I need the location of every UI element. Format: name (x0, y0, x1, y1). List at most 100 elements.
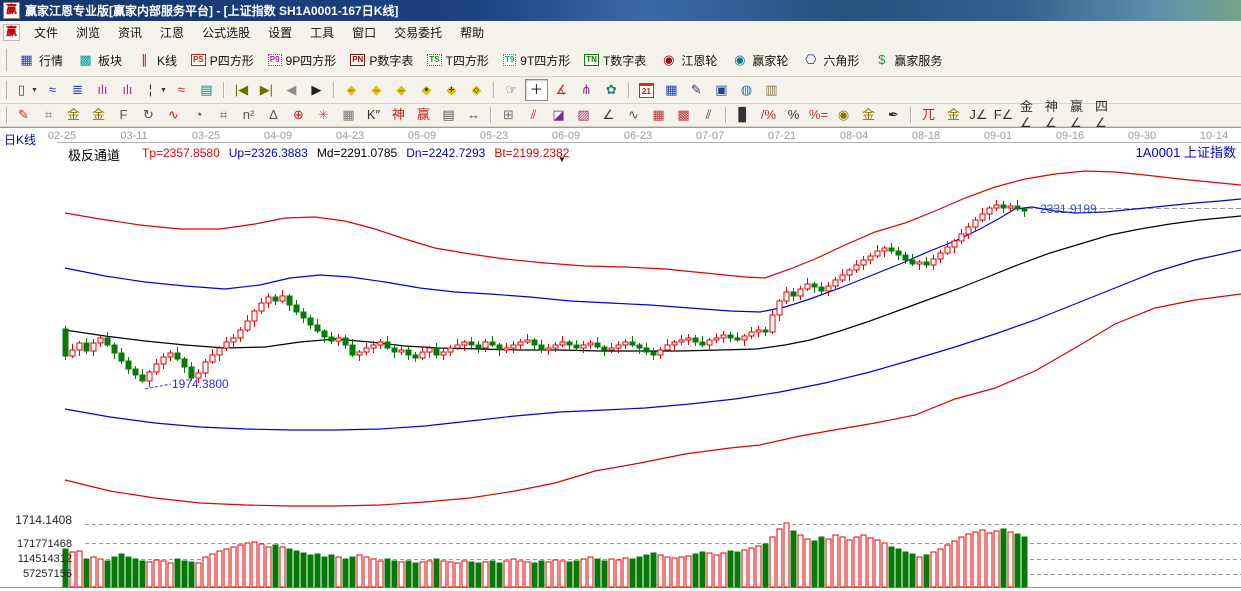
period-label[interactable]: 日K线 (4, 131, 36, 148)
tool-gann-fan[interactable]: ⫽ (522, 104, 545, 126)
toolbar-button-hexagon[interactable]: ⎔六角形 (796, 49, 865, 72)
toolbar-button-9p-square[interactable]: P99P四方形 (262, 49, 342, 72)
tool-percent-slope[interactable]: /% (757, 104, 780, 126)
tool-pitchfork-tool[interactable]: ⋔ (575, 79, 598, 101)
tool-draw-mode-blue[interactable]: ≈ (41, 79, 64, 101)
tool-pattern-tool[interactable]: ✿ (600, 79, 623, 101)
tool-web-box[interactable]: ▨ (572, 104, 595, 126)
tool-percent-line[interactable]: %= (807, 104, 830, 126)
toolbar-button-kline[interactable]: ∥K线 (130, 49, 183, 72)
menu-item-0[interactable]: 文件 (25, 23, 67, 43)
tool-calendar[interactable]: 21 (635, 79, 658, 101)
tool-hand-tool[interactable]: ☞ (500, 79, 523, 101)
tool-parallels[interactable]: ⫽ (697, 104, 720, 126)
tool-j-angle[interactable]: J∠ (967, 104, 990, 126)
toolbar-grip[interactable] (2, 81, 7, 99)
tool-shen-grid[interactable]: 神 (387, 104, 410, 126)
tool-flag-brush[interactable]: ✒ (882, 104, 905, 126)
menu-item-2[interactable]: 资讯 (109, 23, 151, 43)
tool-diamond-center[interactable]: ◆◇ (465, 79, 488, 101)
tool-angle-measure[interactable]: ∡ (550, 79, 573, 101)
toolbar-button-p-number-table[interactable]: PNP数字表 (344, 49, 419, 72)
tool-volume-profile[interactable]: ▤ (195, 79, 218, 101)
tool-zigzag[interactable]: ∿ (622, 104, 645, 126)
tool-stat-bars[interactable]: ▊ (732, 104, 755, 126)
tool-diamond-left[interactable]: ◆← (340, 79, 363, 101)
tool-red-grid[interactable]: ▦ (647, 104, 670, 126)
tool-k-tool[interactable]: K″ (362, 104, 385, 126)
tool-kline-3[interactable]: ılı (91, 79, 114, 101)
tool-crosshair-tool[interactable]: ＋ (525, 79, 548, 101)
tool-gold-circle[interactable]: ◉ (832, 104, 855, 126)
tool-win-grid[interactable]: 赢 (412, 104, 435, 126)
menu-item-9[interactable]: 帮助 (451, 23, 493, 43)
tool-trend-angles[interactable]: ∠ (597, 104, 620, 126)
toolbar-button-t-number-table[interactable]: TNT数字表 (578, 49, 652, 72)
menu-item-7[interactable]: 窗口 (343, 23, 385, 43)
menu-item-1[interactable]: 浏览 (67, 23, 109, 43)
tool-gann-grid[interactable]: ⌗ (37, 104, 60, 126)
toolbar-button-9t-square[interactable]: T99T四方形 (497, 49, 576, 72)
tool-diamond-right[interactable]: ◆→ (365, 79, 388, 101)
tool-time-cycle[interactable]: ◔ (187, 104, 210, 126)
toolbar-grip[interactable] (2, 107, 7, 122)
menu-item-8[interactable]: 交易委托 (385, 23, 451, 43)
tool-nav-first[interactable]: |◀ (230, 79, 253, 101)
tool-percent[interactable]: % (782, 104, 805, 126)
tool-gold-underline[interactable]: 金 (942, 104, 965, 126)
tool-nav-next[interactable]: ▶ (305, 79, 328, 101)
menu-item-4[interactable]: 公式选股 (193, 23, 259, 43)
tool-candle-period-dropdown[interactable]: ▯▼ (12, 79, 39, 101)
tool-h-ruler[interactable]: ↔ (462, 104, 485, 126)
indicator-name[interactable]: 极反通道 (68, 145, 120, 164)
menu-item-5[interactable]: 设置 (259, 23, 301, 43)
tool-fib-grid[interactable]: F (112, 104, 135, 126)
tool-fan-box[interactable]: ◪ (547, 104, 570, 126)
tool-si-angle[interactable]: 四∠ (1092, 104, 1115, 126)
tool-formula-list[interactable]: ≣ (66, 79, 89, 101)
tool-gold-level[interactable]: 金 (857, 104, 880, 126)
tool-nav-last[interactable]: ▶| (255, 79, 278, 101)
toolbar-button-quotes[interactable]: ▦行情 (12, 49, 69, 72)
toolbar-button-p-square[interactable]: PSP四方形 (185, 49, 260, 72)
tool-gold-grid-a[interactable]: 金 (62, 104, 85, 126)
tool-workstation[interactable]: ▥ (760, 79, 783, 101)
tool-web-sync[interactable]: ◍ (735, 79, 758, 101)
toolbar-grip[interactable] (2, 49, 7, 71)
tool-draw-mode-red[interactable]: ≈ (170, 79, 193, 101)
tool-red-grid-box[interactable]: ▩ (672, 104, 695, 126)
tool-box-frame[interactable]: ⊞ (497, 104, 520, 126)
tool-ruler-123[interactable]: ▤ (437, 104, 460, 126)
tool-square-web[interactable]: ▦ (337, 104, 360, 126)
tool-gold-grid-b[interactable]: 金 (87, 104, 110, 126)
tool-diamond-expand[interactable]: ◆↔ (390, 79, 413, 101)
tool-n-square[interactable]: n² (237, 104, 260, 126)
toolbar-button-t-square[interactable]: TST四方形 (421, 49, 495, 72)
tool-f-angle[interactable]: F∠ (992, 104, 1015, 126)
tool-nav-prev[interactable]: ◀ (280, 79, 303, 101)
menu-item-6[interactable]: 工具 (301, 23, 343, 43)
tool-price-brush[interactable]: ∿ (162, 104, 185, 126)
indicator-dropdown-icon[interactable]: ▼ (558, 155, 566, 164)
tool-memo[interactable]: ✎ (685, 79, 708, 101)
tool-angle-a[interactable]: ∆ (262, 104, 285, 126)
menu-item-3[interactable]: 江恩 (151, 23, 193, 43)
tool-kline-9[interactable]: ılı (116, 79, 139, 101)
tool-diamond-full[interactable]: ◆✛ (440, 79, 463, 101)
tool-gann-target[interactable]: ⊕ (287, 104, 310, 126)
tool-gold-angle[interactable]: 金∠ (1017, 104, 1040, 126)
tool-spiral[interactable]: ↻ (137, 104, 160, 126)
tool-diamond-shrink[interactable]: ◆✶ (415, 79, 438, 101)
toolbar-button-winner-service[interactable]: $赢家服务 (867, 49, 948, 72)
tool-brush-red[interactable]: ✎ (12, 104, 35, 126)
tool-win-angle[interactable]: 赢∠ (1067, 104, 1090, 126)
tool-quad-tool[interactable]: 兀 (917, 104, 940, 126)
toolbar-button-sectors[interactable]: ▩板块 (71, 49, 128, 72)
chart-canvas[interactable] (0, 128, 1241, 591)
tool-shen-angle[interactable]: 神∠ (1042, 104, 1065, 126)
toolbar-button-gann-wheel[interactable]: ◉江恩轮 (654, 49, 723, 72)
tool-star-web[interactable]: ✳ (312, 104, 335, 126)
tool-candle-style-dropdown[interactable]: ¦▼ (141, 79, 168, 101)
tool-save[interactable]: ▣ (710, 79, 733, 101)
toolbar-button-winner-wheel[interactable]: ◉赢家轮 (725, 49, 794, 72)
